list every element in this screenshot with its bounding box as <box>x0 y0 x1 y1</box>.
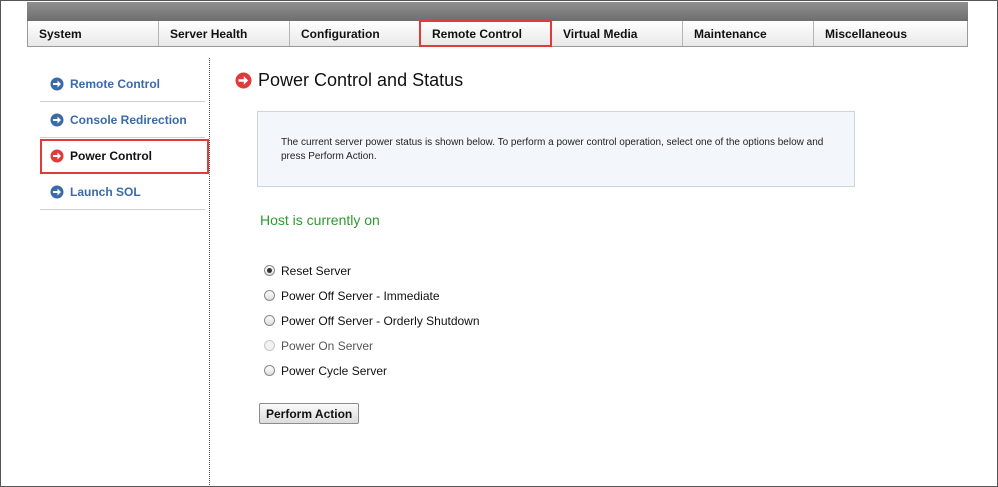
header-strip <box>27 2 968 21</box>
power-options: Reset Server Power Off Server - Immediat… <box>264 258 480 383</box>
option-power-off-orderly[interactable]: Power Off Server - Orderly Shutdown <box>264 308 480 333</box>
host-status: Host is currently on <box>260 212 380 228</box>
radio-power-off-orderly[interactable] <box>264 315 275 326</box>
tab-server-health[interactable]: Server Health <box>158 21 289 46</box>
perform-action-button[interactable]: Perform Action <box>259 403 360 424</box>
red-arrow-icon <box>50 149 64 162</box>
red-arrow-icon <box>235 72 252 89</box>
page-title-text: Power Control and Status <box>258 70 464 90</box>
page-title: Power Control and Status <box>235 70 463 91</box>
radio-reset-server[interactable] <box>264 265 275 276</box>
option-label: Reset Server <box>281 263 352 278</box>
sidebar-item-label: Remote Control <box>70 76 160 91</box>
sidebar-item-label: Launch SOL <box>70 184 141 199</box>
tab-remote-control[interactable]: Remote Control <box>419 20 552 47</box>
sidebar-item-label: Console Redirection <box>70 112 187 127</box>
option-label: Power On Server <box>281 338 374 353</box>
radio-power-off-immediate[interactable] <box>264 290 275 301</box>
sidebar-item-console-redirection[interactable]: Console Redirection <box>40 102 205 138</box>
radio-power-on-server <box>264 340 275 351</box>
option-label: Power Off Server - Immediate <box>281 288 440 303</box>
tab-virtual-media[interactable]: Virtual Media <box>551 21 682 46</box>
tab-miscellaneous[interactable]: Miscellaneous <box>813 21 968 46</box>
option-label: Power Cycle Server <box>281 363 388 378</box>
sidebar-divider <box>209 58 210 485</box>
blue-arrow-icon <box>50 113 64 126</box>
radio-power-cycle-server[interactable] <box>264 365 275 376</box>
top-nav: System Server Health Configuration Remot… <box>27 20 968 47</box>
tab-system[interactable]: System <box>27 21 158 46</box>
sidebar-item-label: Power Control <box>70 148 153 163</box>
option-power-on-server: Power On Server <box>264 333 480 358</box>
blue-arrow-icon <box>50 185 64 198</box>
sidebar: Remote Control Console Redirection Power… <box>40 66 209 210</box>
sidebar-item-remote-control[interactable]: Remote Control <box>40 66 205 102</box>
info-box: The current server power status is shown… <box>257 111 855 187</box>
blue-arrow-icon <box>50 77 64 90</box>
tab-maintenance[interactable]: Maintenance <box>682 21 813 46</box>
tab-configuration[interactable]: Configuration <box>289 21 420 46</box>
option-reset-server[interactable]: Reset Server <box>264 258 480 283</box>
option-power-cycle-server[interactable]: Power Cycle Server <box>264 358 480 383</box>
sidebar-item-launch-sol[interactable]: Launch SOL <box>40 174 205 210</box>
option-label: Power Off Server - Orderly Shutdown <box>281 313 480 328</box>
option-power-off-immediate[interactable]: Power Off Server - Immediate <box>264 283 480 308</box>
sidebar-item-power-control[interactable]: Power Control <box>40 138 209 174</box>
